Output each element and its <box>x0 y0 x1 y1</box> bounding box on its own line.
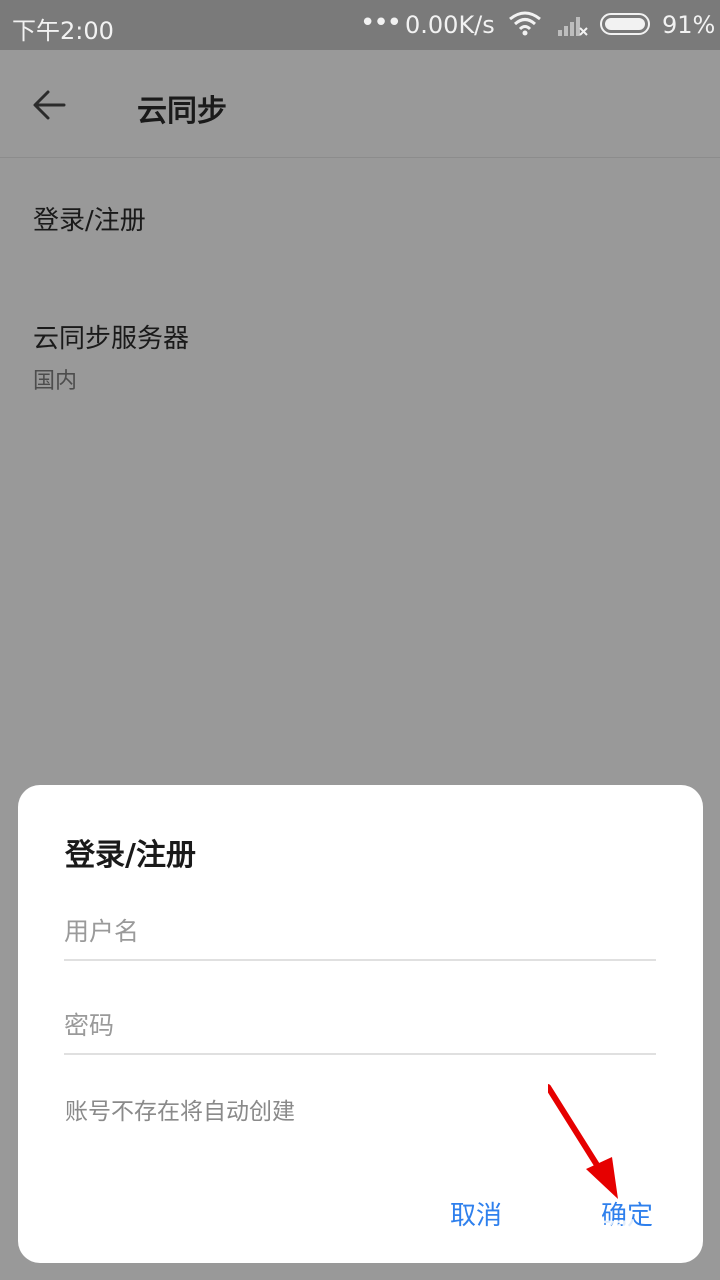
no-signal-icon <box>558 17 588 36</box>
status-time: 下午2:00 <box>12 17 114 45</box>
arrow-left-icon[interactable] <box>30 85 70 125</box>
settings-item-login[interactable]: 登录/注册 <box>33 200 146 237</box>
username-input[interactable] <box>64 903 656 961</box>
settings-item-title: 登录/注册 <box>33 206 146 236</box>
settings-item-title: 云同步服务器 <box>33 324 190 354</box>
watermark-url: jingyan.baidu.com <box>552 1248 649 1262</box>
battery-percentage: 91% <box>662 11 716 39</box>
annotation-arrow-icon <box>548 1084 618 1199</box>
login-dialog: 登录/注册 账号不存在将自动创建 取消 确定 <box>18 785 703 1263</box>
password-input[interactable] <box>64 997 656 1055</box>
page-title: 云同步 <box>137 94 227 129</box>
status-bar: 下午2:00 ••• 0.00K/s 91% <box>0 0 720 50</box>
network-speed: 0.00K/s <box>405 11 495 39</box>
auto-create-hint: 账号不存在将自动创建 <box>65 1099 295 1125</box>
app-bar: 云同步 <box>0 50 720 158</box>
watermark-logo: Bai 经验 <box>548 1219 641 1246</box>
settings-item-sync-server[interactable]: 云同步服务器 国内 <box>33 318 189 395</box>
settings-item-subtitle: 国内 <box>33 369 78 394</box>
wifi-icon <box>509 11 541 36</box>
more-notifications-icon: ••• <box>360 8 402 38</box>
cancel-button[interactable]: 取消 <box>450 1195 502 1232</box>
battery-icon <box>600 13 650 35</box>
dialog-title: 登录/注册 <box>65 838 196 873</box>
